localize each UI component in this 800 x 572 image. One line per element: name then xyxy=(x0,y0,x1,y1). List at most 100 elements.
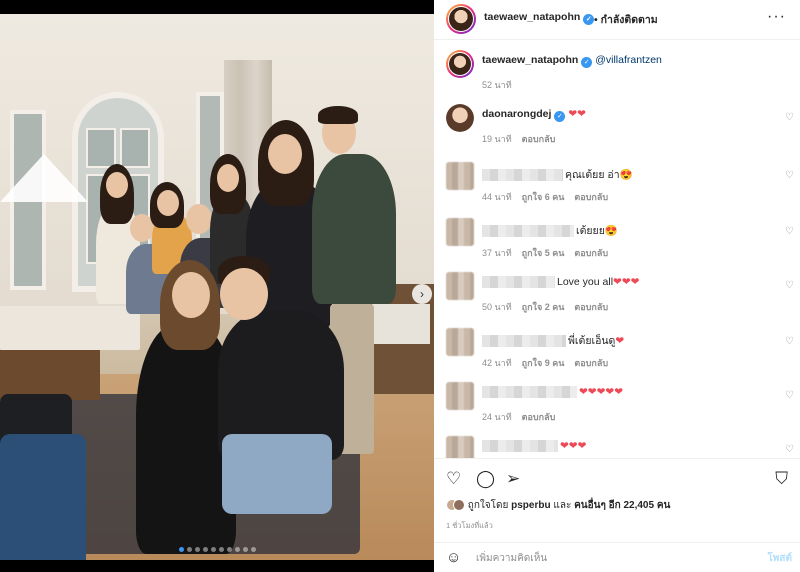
carousel-dot[interactable] xyxy=(194,547,200,552)
liker-username[interactable]: psperbu xyxy=(511,500,550,511)
avatar[interactable] xyxy=(446,218,474,246)
carousel-dots xyxy=(0,544,434,555)
post-comment-button[interactable]: โพสต์ xyxy=(767,551,792,566)
comment-item: คุณเต้ยย อ่า😍 44 นาที ถูกใจ 6 คน ตอบกลับ ♡ xyxy=(434,160,800,210)
carousel-dot[interactable] xyxy=(226,547,232,552)
reply-button[interactable]: ตอบกลับ xyxy=(574,302,608,312)
photo-face xyxy=(268,134,302,174)
post-author-username[interactable]: taewaew_natapohn ✓ xyxy=(484,11,595,25)
comment-likes[interactable]: ถูกใจ 2 คน xyxy=(522,302,565,312)
likes-prefix: ถูกใจโดย xyxy=(467,500,509,511)
blurred-username[interactable] xyxy=(482,169,563,182)
avatar[interactable] xyxy=(446,382,474,410)
post-photo[interactable]: › xyxy=(0,14,434,560)
reply-button[interactable]: ตอบกลับ xyxy=(522,134,556,144)
comment-time[interactable]: 50 นาที xyxy=(482,302,512,312)
comment-text: ❤❤❤❤❤ xyxy=(482,386,623,399)
comment-username[interactable]: daonarongdej xyxy=(482,108,551,120)
comment-like-heart-icon[interactable]: ♡ xyxy=(785,390,794,401)
blurred-username[interactable] xyxy=(482,440,558,453)
blurred-username[interactable] xyxy=(482,225,574,238)
comment-body: พี่เต้ยเอ็นดู xyxy=(568,335,616,347)
reply-button[interactable]: ตอบกลับ xyxy=(574,248,608,258)
heart-icon[interactable]: ♡ xyxy=(446,469,461,489)
carousel-dot[interactable] xyxy=(178,547,184,552)
comment-time[interactable]: 24 นาที xyxy=(482,412,512,422)
comment-like-heart-icon[interactable]: ♡ xyxy=(785,336,794,347)
comment-item: พี่เต้ยเอ็นดู❤ 42 นาที ถูกใจ 9 คน ตอบกลับ ♡ xyxy=(434,326,800,376)
avatar[interactable] xyxy=(446,4,476,34)
avatar[interactable] xyxy=(446,162,474,190)
carousel-dot[interactable] xyxy=(202,547,208,552)
emoji-icon[interactable]: ☺ xyxy=(446,549,461,566)
comment-time[interactable]: 42 นาที xyxy=(482,358,512,368)
likes-others[interactable]: คนอื่นๆ อีก 22,405 คน xyxy=(574,500,670,511)
comment-like-heart-icon[interactable]: ♡ xyxy=(785,444,794,455)
carousel-dot[interactable] xyxy=(234,547,240,552)
emoji-icon: 😍 xyxy=(619,169,633,181)
photo-hair xyxy=(318,106,358,124)
red-heart-icon: ❤❤❤ xyxy=(560,440,587,452)
chevron-right-icon[interactable]: › xyxy=(412,284,432,304)
comment-like-heart-icon[interactable]: ♡ xyxy=(785,280,794,291)
photo-table-base xyxy=(0,350,100,400)
liker-avatar xyxy=(453,499,465,512)
comment-meta: 37 นาที ถูกใจ 5 คน ตอบกลับ xyxy=(482,246,618,260)
avatar[interactable] xyxy=(446,272,474,300)
blurred-username[interactable] xyxy=(482,386,577,399)
avatar[interactable] xyxy=(446,50,474,78)
comment-like-heart-icon[interactable]: ♡ xyxy=(785,170,794,181)
comment-item: ❤❤❤❤❤ 24 นาที ตอบกลับ ♡ xyxy=(434,380,800,430)
comment-input[interactable] xyxy=(476,549,736,567)
blurred-username[interactable] xyxy=(482,276,555,289)
caption-username[interactable]: taewaew_natapohn xyxy=(482,54,578,66)
red-heart-icon: ❤❤ xyxy=(568,108,586,120)
photo-pendant-lamp xyxy=(0,154,88,202)
carousel-dot[interactable] xyxy=(250,547,256,552)
reply-button[interactable]: ตอบกลับ xyxy=(522,412,556,422)
comment-meta: 24 นาที ตอบกลับ xyxy=(482,410,565,424)
comment-like-heart-icon[interactable]: ♡ xyxy=(785,112,794,123)
post-side-panel: taewaew_natapohn ✓ • กำลังติดตาม ··· taew… xyxy=(434,0,800,572)
comment-icon[interactable]: ◯ xyxy=(476,469,495,489)
post-time-ago[interactable]: 1 ชั่วโมงที่แล้ว xyxy=(446,520,493,532)
more-horizontal-icon[interactable]: ··· xyxy=(767,8,786,26)
instagram-post-modal: › taewaew_natapohn ✓ • กำลังติดตาม ··· ta… xyxy=(0,0,800,572)
comment-like-heart-icon[interactable]: ♡ xyxy=(785,226,794,237)
following-status[interactable]: • กำลังติดตาม xyxy=(594,11,658,28)
comment-time[interactable]: 37 นาที xyxy=(482,248,512,258)
bookmark-icon[interactable]: ⛉ xyxy=(775,469,788,489)
verified-badge-icon: ✓ xyxy=(583,14,595,25)
avatar[interactable] xyxy=(446,436,474,458)
caption-mention[interactable]: @villafrantzen xyxy=(595,54,662,66)
send-icon[interactable]: ➢ xyxy=(506,469,520,489)
caption: taewaew_natapohn ✓ @villafrantzen 52 นาที xyxy=(434,50,800,102)
emoji-icon: 😍 xyxy=(604,225,618,237)
comment-body: Love you all xyxy=(557,276,614,288)
reply-button[interactable]: ตอบกลับ xyxy=(574,192,608,202)
carousel-dot[interactable] xyxy=(242,547,248,552)
post-actions-bar: ♡ ◯ ➢ ⛉ xyxy=(434,458,800,498)
comment-likes[interactable]: ถูกใจ 6 คน xyxy=(522,192,565,202)
reply-button[interactable]: ตอบกลับ xyxy=(574,358,608,368)
comments-list: taewaew_natapohn ✓ @villafrantzen 52 นาที… xyxy=(434,40,800,458)
username-text[interactable]: taewaew_natapohn xyxy=(484,11,580,23)
photo-face xyxy=(172,272,210,318)
blurred-username[interactable] xyxy=(482,335,566,348)
comment-body: เต้ยยย xyxy=(576,225,605,237)
comment-likes[interactable]: ถูกใจ 9 คน xyxy=(522,358,565,368)
comment-time[interactable]: 19 นาที xyxy=(482,134,512,144)
comment-text: ❤❤❤ xyxy=(482,440,587,453)
comment-text: Love you all❤❤❤ xyxy=(482,276,639,289)
avatar[interactable] xyxy=(446,328,474,356)
caption-text: taewaew_natapohn ✓ @villafrantzen xyxy=(482,54,662,68)
photo-face xyxy=(220,268,268,320)
post-header: taewaew_natapohn ✓ • กำลังติดตาม ··· xyxy=(434,0,800,40)
carousel-dot[interactable] xyxy=(218,547,224,552)
carousel-dot[interactable] xyxy=(210,547,216,552)
carousel-dot[interactable] xyxy=(186,547,192,552)
comment-likes[interactable]: ถูกใจ 5 คน xyxy=(522,248,565,258)
comment-item: ❤❤❤ ♡ xyxy=(434,434,800,458)
avatar[interactable] xyxy=(446,104,474,132)
comment-time[interactable]: 44 นาที xyxy=(482,192,512,202)
